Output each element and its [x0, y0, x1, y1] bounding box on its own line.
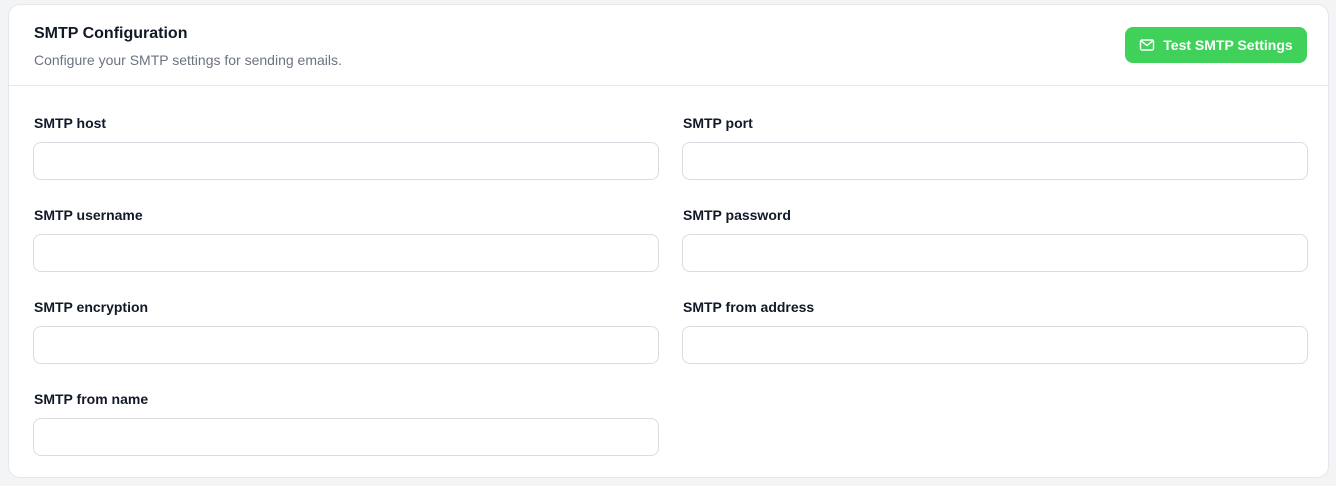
smtp-password-label: SMTP password — [683, 207, 791, 223]
smtp-from-address-label: SMTP from address — [683, 299, 815, 315]
smtp-port-input[interactable] — [682, 142, 1308, 180]
smtp-from-name-label: SMTP from name — [34, 391, 149, 407]
smtp-port-label: SMTP port — [683, 115, 753, 131]
test-smtp-settings-label: Test SMTP Settings — [1163, 37, 1293, 53]
smtp-host-label: SMTP host — [34, 115, 107, 131]
card-title: SMTP Configuration — [34, 25, 188, 42]
smtp-username-label: SMTP username — [34, 207, 143, 223]
envelope-icon — [1139, 37, 1155, 53]
smtp-encryption-input[interactable] — [33, 326, 659, 364]
smtp-password-input[interactable] — [682, 234, 1308, 272]
card-subtitle: Configure your SMTP settings for sending… — [34, 52, 342, 68]
smtp-from-name-input[interactable] — [33, 418, 659, 456]
smtp-encryption-label: SMTP encryption — [34, 299, 149, 315]
test-smtp-settings-button[interactable]: Test SMTP Settings — [1125, 27, 1307, 63]
smtp-host-input[interactable] — [33, 142, 659, 180]
smtp-configuration-card: SMTP Configuration Configure your SMTP s… — [8, 4, 1329, 478]
card-header: SMTP Configuration Configure your SMTP s… — [9, 5, 1328, 86]
smtp-username-input[interactable] — [33, 234, 659, 272]
smtp-from-address-input[interactable] — [682, 326, 1308, 364]
